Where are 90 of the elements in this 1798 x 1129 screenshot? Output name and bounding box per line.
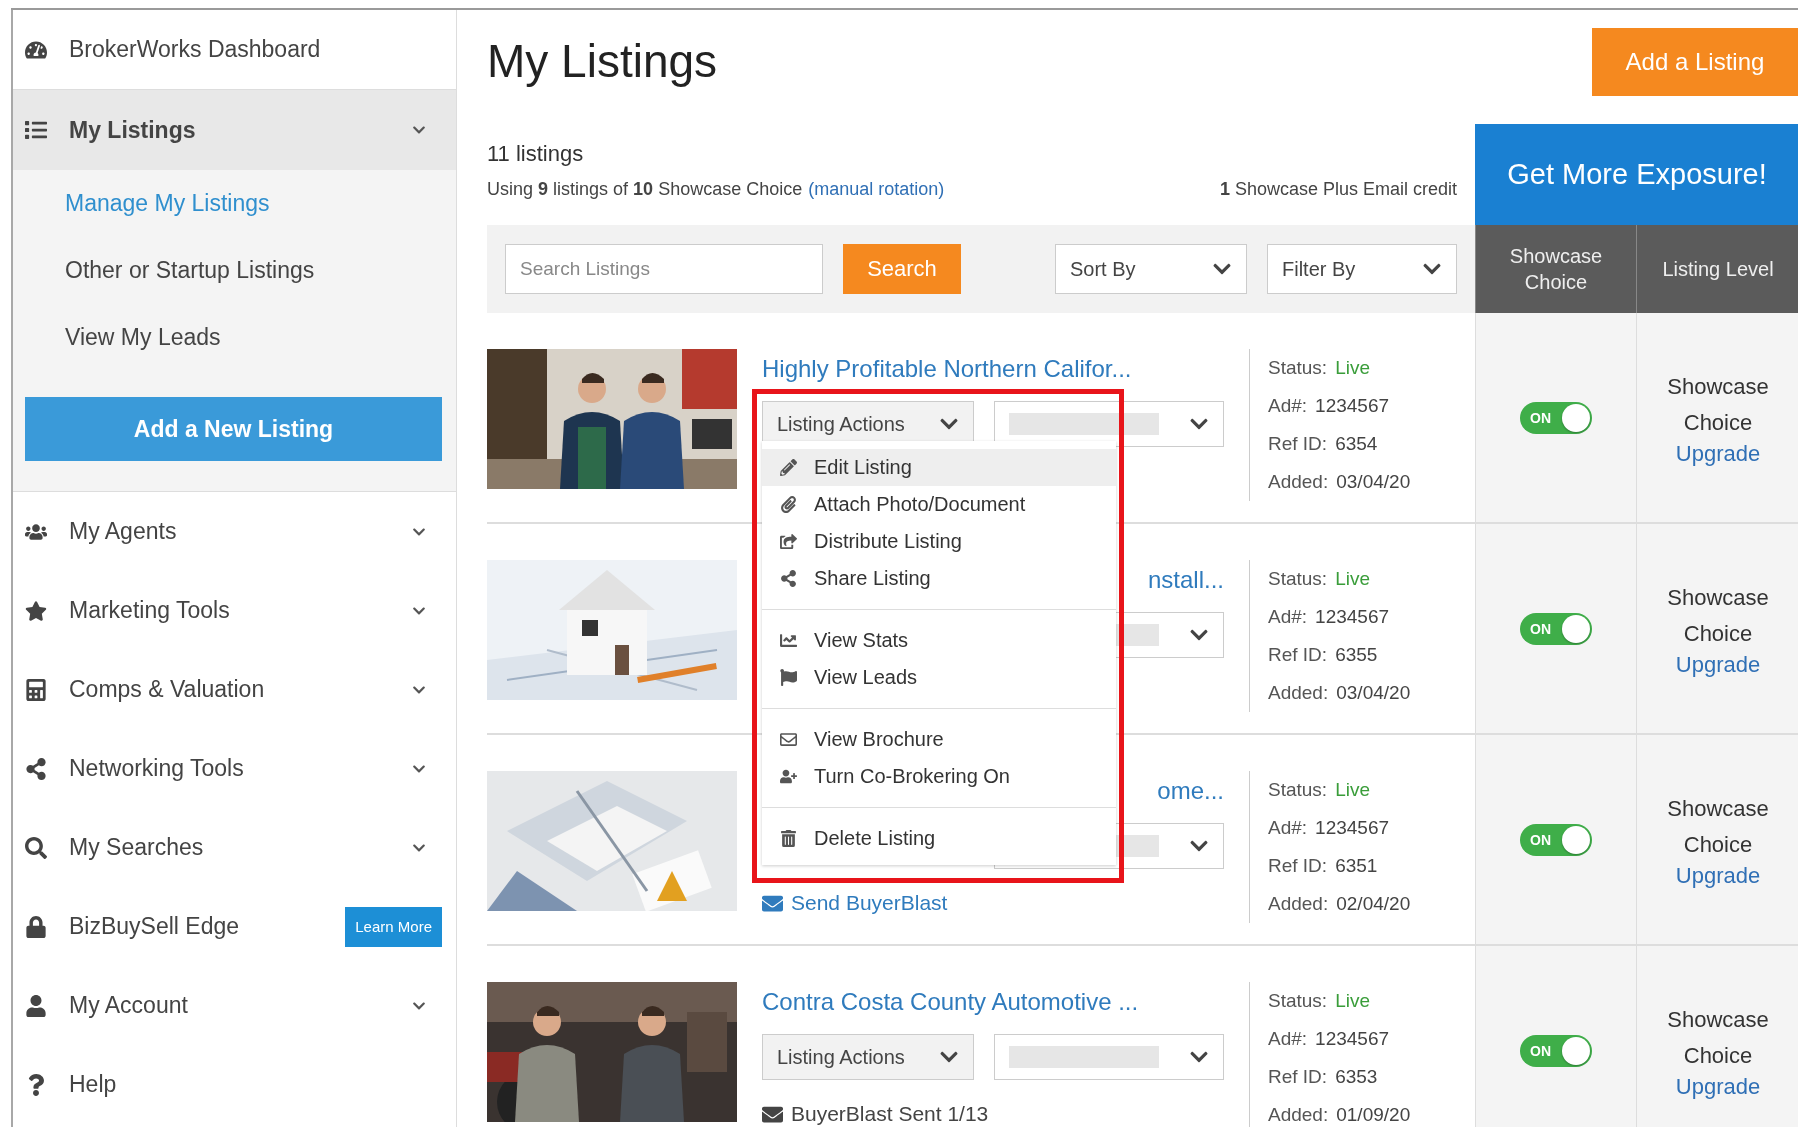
pencil-icon [779, 459, 797, 476]
menu-item[interactable]: Attach Photo/Document [762, 486, 1116, 523]
exposure-banner: Get More Exposure! [1475, 124, 1798, 225]
star-icon [25, 599, 47, 622]
field-value: 1234567 [1315, 395, 1390, 417]
field-label: Ref ID: [1268, 644, 1328, 666]
search-field[interactable]: Search Listings [505, 244, 823, 294]
field-value: 6354 [1335, 433, 1378, 455]
field-label: Added: [1268, 1104, 1329, 1126]
export-icon [779, 533, 797, 550]
calculator-icon [25, 678, 47, 701]
field-label: Status: [1268, 568, 1328, 590]
nav-item[interactable]: BizBuySell Edge [69, 913, 346, 940]
field-label: Status: [1268, 357, 1328, 379]
usage-text: Using 9 listings of 10 Showcase Choice [487, 179, 803, 200]
share-icon [779, 570, 797, 587]
field-label: Ref ID: [1268, 855, 1328, 877]
listing-level: Showcase Choice [1666, 583, 1770, 648]
field-value: 1234567 [1315, 606, 1390, 628]
nav-subitem[interactable]: View My Leads [25, 304, 442, 371]
user-icon [25, 994, 47, 1017]
field-value: 03/04/20 [1336, 471, 1411, 493]
listing-level: Showcase Choice [1666, 794, 1770, 859]
upgrade-link[interactable]: Upgrade [1675, 862, 1761, 889]
listing-title[interactable]: Contra Costa County Automotive ... [762, 982, 1224, 1022]
menu-item[interactable]: Share Listing [762, 560, 1116, 597]
field-value: Live [1335, 357, 1370, 379]
listing-title[interactable]: Highly Profitable Northern Califor... [762, 349, 1224, 389]
paperclip-icon [779, 496, 797, 513]
menu-item[interactable]: Edit Listing [762, 449, 1116, 486]
credit-text: 1 Showcase Plus Email credit [1219, 179, 1457, 200]
trash-icon [779, 830, 797, 847]
page-title: My Listings [487, 34, 718, 89]
field-value: 02/04/20 [1336, 893, 1411, 915]
field-label: Status: [1268, 990, 1328, 1012]
user-plus-icon [779, 768, 797, 785]
menu-item[interactable]: View Brochure [762, 721, 1116, 758]
rotation-link[interactable]: (manual rotation) [808, 179, 945, 200]
menu-item[interactable]: Distribute Listing [762, 523, 1116, 560]
nav-item[interactable]: Help [69, 1071, 426, 1098]
buyerblast-sent-text: BuyerBlast Sent 1/13 [791, 1102, 989, 1126]
column-header: Showcase Choice [1475, 225, 1636, 313]
nav-subitem[interactable]: Other or Startup Listings [25, 237, 442, 304]
sort-select[interactable]: Sort By [1055, 244, 1247, 294]
select-field[interactable] [994, 1034, 1224, 1080]
search-icon [25, 836, 47, 859]
listing-level: Showcase Choice [1666, 1005, 1770, 1070]
field-value: Live [1335, 568, 1370, 590]
field-label: Added: [1268, 471, 1329, 493]
field-label: Ad#: [1268, 1028, 1308, 1050]
field-value: 1234567 [1315, 1028, 1390, 1050]
menu-item[interactable]: View Stats [762, 622, 1116, 659]
field-value: 6355 [1335, 644, 1378, 666]
field-value: 6351 [1335, 855, 1378, 877]
field-value: Live [1335, 990, 1370, 1012]
listing-actions-select[interactable]: Listing Actions [762, 1034, 974, 1080]
field-value: 03/04/20 [1336, 682, 1411, 704]
nav-group[interactable]: My Listings [13, 90, 456, 170]
flag-icon [779, 669, 797, 686]
field-label: Ad#: [1268, 395, 1308, 417]
nav-item[interactable]: BrokerWorks Dashboard [69, 36, 426, 63]
field-value: Live [1335, 779, 1370, 801]
field-label: Added: [1268, 893, 1329, 915]
listing-level: Showcase Choice [1666, 372, 1770, 437]
menu-item[interactable]: Turn Co-Brokering On [762, 758, 1116, 795]
field-label: Ref ID: [1268, 1066, 1328, 1088]
upgrade-link[interactable]: Upgrade [1675, 440, 1761, 467]
share-icon [25, 757, 47, 780]
lock-icon [25, 915, 47, 938]
learn-more-button[interactable]: Learn More [345, 906, 442, 947]
listing-count: 11 listings [487, 141, 585, 167]
chart-icon [779, 632, 797, 649]
select-field[interactable] [994, 401, 1224, 447]
column-header: Listing Level [1636, 225, 1798, 313]
field-value: 01/09/20 [1336, 1104, 1411, 1126]
field-label: Status: [1268, 779, 1328, 801]
field-label: Added: [1268, 682, 1329, 704]
upgrade-link[interactable]: Upgrade [1675, 651, 1761, 678]
field-value: 1234567 [1315, 817, 1390, 839]
field-label: Ad#: [1268, 817, 1308, 839]
field-label: Ref ID: [1268, 433, 1328, 455]
field-label: Ad#: [1268, 606, 1308, 628]
upgrade-link[interactable]: Upgrade [1675, 1073, 1761, 1100]
menu-item[interactable]: Delete Listing [762, 820, 1116, 857]
envelope-icon [779, 731, 797, 748]
send-buyerblast-link[interactable]: Send BuyerBlast [762, 891, 948, 915]
list-icon [25, 119, 47, 141]
field-value: 6353 [1335, 1066, 1378, 1088]
filter-select[interactable]: Filter By [1267, 244, 1457, 294]
menu-item[interactable]: View Leads [762, 659, 1116, 696]
